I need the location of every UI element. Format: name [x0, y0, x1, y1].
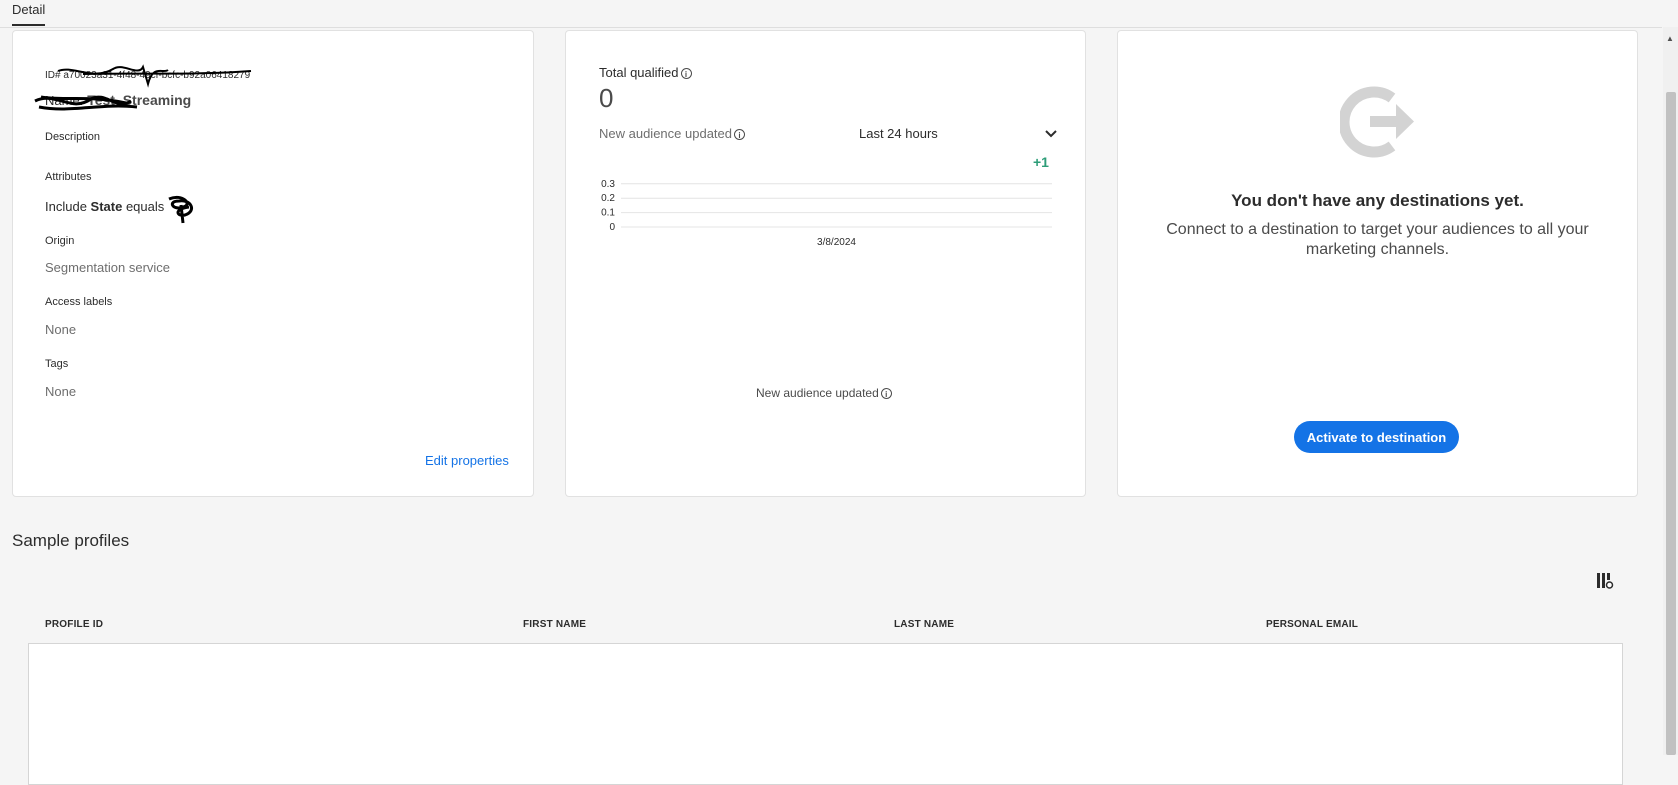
tags-value: None	[45, 384, 77, 399]
no-destinations-body: Connect to a destination to target your …	[1166, 221, 1589, 258]
audience-name: Name: Test_Streaming	[45, 92, 191, 108]
y-tick-label: 0	[609, 222, 615, 233]
attr-include: Include	[45, 199, 91, 214]
attr-field: State	[90, 199, 123, 214]
info-icon[interactable]: i	[880, 388, 892, 400]
scrollbar-thumb[interactable]	[1666, 92, 1676, 755]
info-icon[interactable]: i	[734, 129, 745, 141]
sample-profiles-title: Sample profiles	[12, 531, 130, 550]
new-audience-text: New audience updated	[599, 126, 732, 141]
properties-card: ID# a70023a31-4f48-49cf-bcfc-b92a0641827…	[12, 30, 534, 497]
x-tick-label: 3/8/2024	[817, 237, 856, 248]
profiles-table-body	[28, 643, 1623, 785]
edit-properties-link[interactable]: Edit properties	[425, 453, 509, 468]
metrics-card: Total qualified i 0 New audience updated i…	[565, 30, 1086, 497]
name-label: Name:	[45, 93, 84, 108]
audience-chart: 10.90.80.70.60.50.40.30.20.103/8/2024	[601, 179, 1052, 248]
audience-id: ID# a70023a31-4f48-49cf-bcfc-b92a0641827…	[45, 70, 251, 81]
new-audience-label: New audience updated i	[599, 126, 745, 141]
delta-value: +1	[1033, 154, 1049, 170]
total-qualified-label: Total qualified i	[599, 65, 692, 80]
column-header-last-name[interactable]: LAST NAME	[894, 619, 954, 630]
scroll-up-icon[interactable]: ▲	[1666, 34, 1674, 43]
redaction-scribble	[168, 195, 194, 224]
name-value: Test_Streaming	[87, 92, 192, 108]
y-tick-label: 0.2	[601, 193, 615, 204]
column-settings-icon[interactable]	[1596, 572, 1614, 590]
chart-caption-text: New audience updated	[756, 386, 879, 400]
attributes-label: Attributes	[45, 171, 92, 183]
y-tick-label: 0.3	[601, 179, 615, 190]
attribute-rule: Include State equals	[45, 199, 164, 214]
active-tab-indicator	[12, 24, 45, 26]
total-qualified-value: 0	[599, 83, 614, 113]
tab-bar: Detail	[0, 0, 1662, 28]
column-header-profile-id[interactable]: PROFILE ID	[45, 619, 103, 630]
total-qualified-text: Total qualified	[599, 65, 679, 80]
period-select-value: Last 24 hours	[859, 126, 938, 141]
origin-label: Origin	[45, 235, 75, 247]
info-icon[interactable]: i	[680, 68, 692, 80]
y-tick-label: 0.1	[601, 208, 615, 219]
period-select[interactable]: Last 24 hours	[859, 121, 1059, 147]
description-label: Description	[45, 131, 101, 143]
access-labels-value: None	[45, 322, 77, 337]
tags-label: Tags	[45, 358, 69, 370]
column-header-first-name[interactable]: FIRST NAME	[523, 619, 586, 630]
column-header-personal-email[interactable]: PERSONAL EMAIL	[1266, 619, 1358, 630]
no-destinations-title: You don't have any destinations yet.	[1231, 191, 1524, 210]
exit-arrow-icon	[1340, 86, 1414, 158]
origin-value: Segmentation service	[45, 260, 171, 275]
chart-caption: New audience updated i	[756, 386, 892, 400]
tab-detail[interactable]: Detail	[12, 2, 45, 17]
chevron-down-icon	[1045, 130, 1057, 138]
attr-equals: equals	[122, 199, 165, 214]
activate-to-destination-button[interactable]: Activate to destination	[1294, 421, 1459, 453]
access-labels-label: Access labels	[45, 296, 113, 308]
